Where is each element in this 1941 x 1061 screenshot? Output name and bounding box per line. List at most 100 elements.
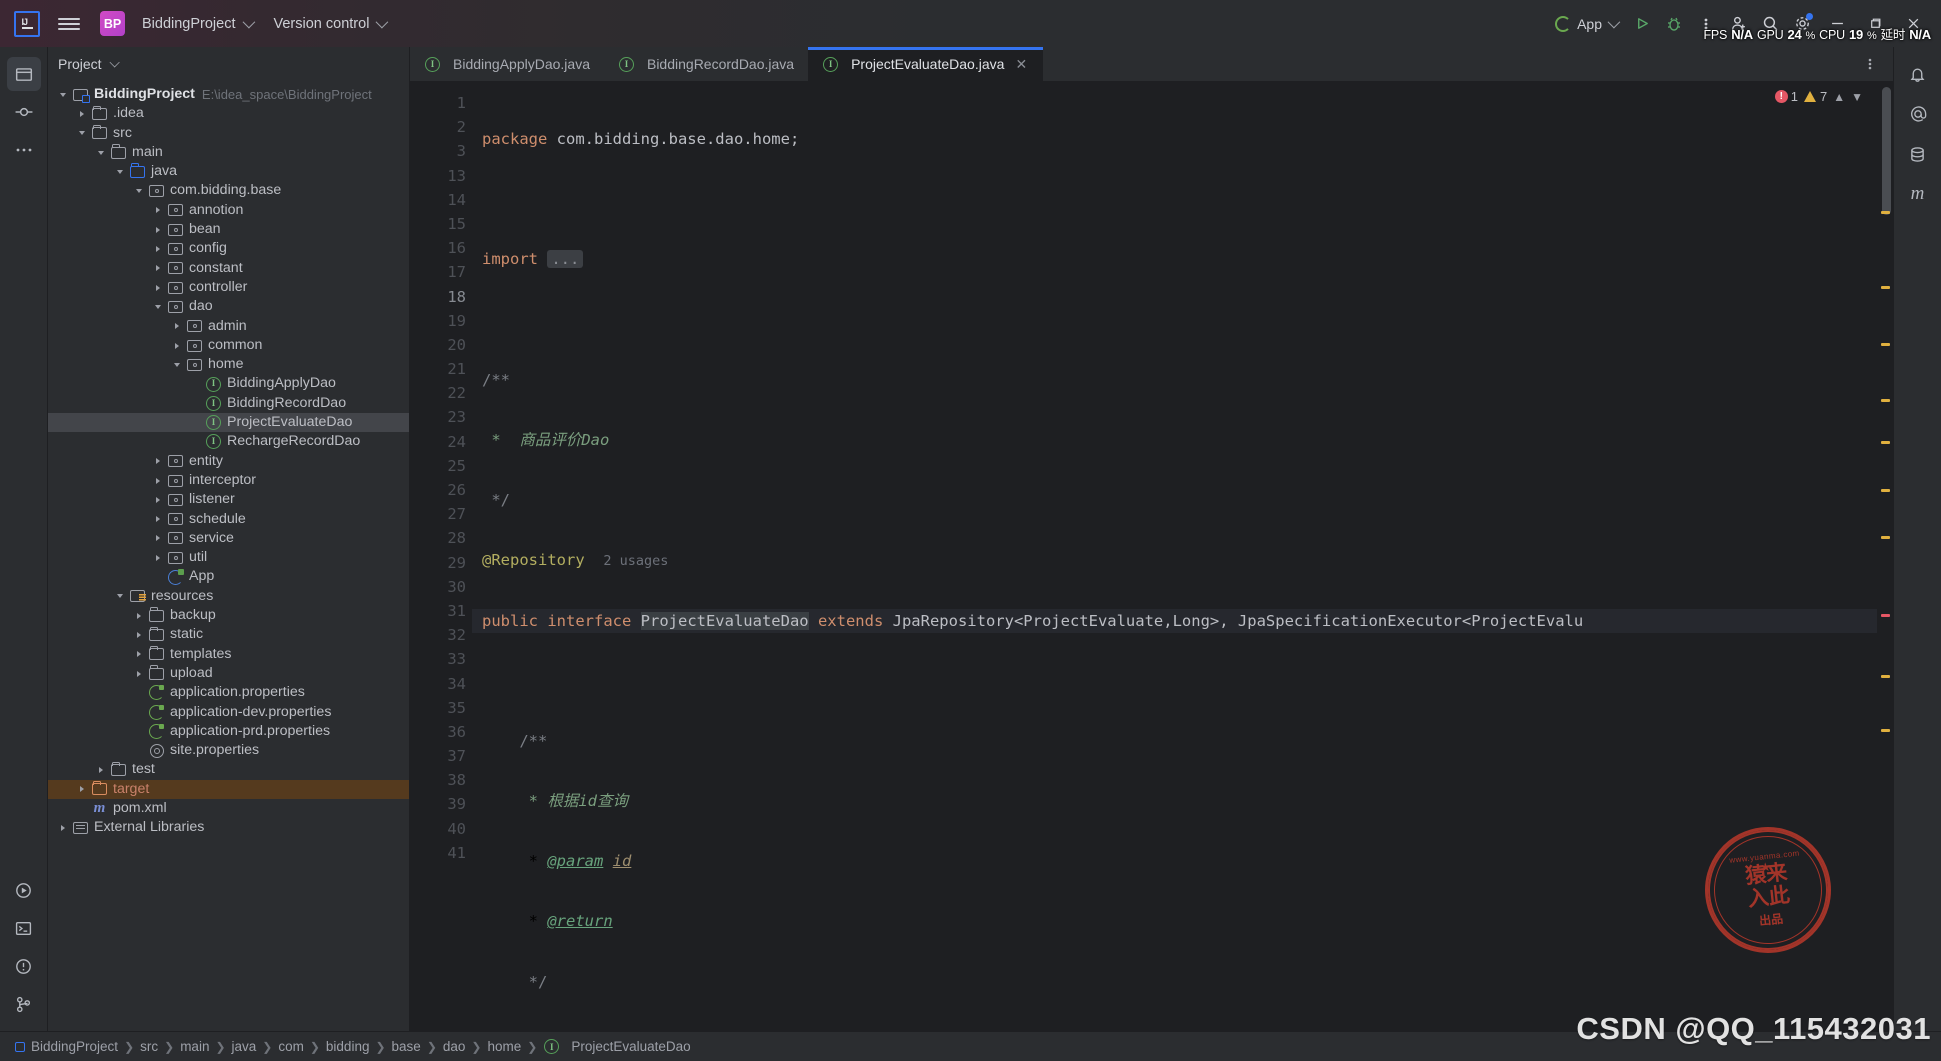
chevron-down-icon[interactable] [56,92,70,97]
gutter-line-21[interactable]: 21 [410,357,472,381]
gutter-line-26[interactable]: 26 [410,478,489,502]
version-control-menu[interactable]: Version control [266,12,394,36]
breadcrumb-item[interactable]: bidding [321,1037,375,1056]
problems-tool-icon[interactable] [7,949,41,983]
tree-node-bean[interactable]: bean [48,220,409,239]
ai-assistant-icon[interactable] [1901,97,1935,131]
git-tool-icon[interactable] [7,987,41,1021]
account-button[interactable] [1723,9,1753,39]
tree-node-main[interactable]: main [48,143,409,162]
chevron-down-icon[interactable] [170,362,184,367]
project-panel-header[interactable]: Project [48,47,409,81]
breadcrumb-item[interactable]: com [273,1037,309,1056]
chevron-right-icon[interactable] [151,535,165,542]
tree-node-application-dev-properties[interactable]: application-dev.properties [48,703,409,722]
tree-node-backup[interactable]: backup [48,606,409,625]
gutter-line-19[interactable]: 19 [410,309,472,333]
tree-node-interceptor[interactable]: interceptor [48,471,409,490]
breadcrumb-item[interactable]: main [175,1037,214,1056]
tree-node-admin[interactable]: admin [48,317,409,336]
gutter-line-27[interactable]: 27 [410,502,472,526]
editor-viewport[interactable]: 1 2 3 13 14 15 16 17 18 19 20 21 22 23 24 25 26 27 28 29 30 3… [410,81,1893,1031]
breadcrumb-item[interactable]: src [135,1037,163,1056]
breadcrumb-item[interactable]: dao [438,1037,471,1056]
chevron-right-icon[interactable] [151,496,165,503]
tree-node-dao[interactable]: dao [48,297,409,316]
gutter-line-40[interactable]: 40 [410,817,472,841]
gutter-line-32[interactable]: 32 [410,623,472,647]
tree-node-static[interactable]: static [48,625,409,644]
tree-node-common[interactable]: common [48,336,409,355]
gutter-line-1[interactable]: 1 [410,91,472,115]
gutter-line-16[interactable]: 16 [410,236,472,260]
chevron-down-icon[interactable] [113,594,127,599]
breadcrumb-item[interactable]: home [482,1037,526,1056]
gutter-line-37[interactable]: 37 [410,744,472,768]
editor-tab-biddingapplydao-java[interactable]: I BiddingApplyDao.java [410,47,604,81]
notifications-icon[interactable] [1901,57,1935,91]
import-fold-placeholder[interactable]: ... [547,250,584,269]
more-options-button[interactable] [1691,9,1721,39]
tree-node-test[interactable]: test [48,760,409,779]
chevron-right-icon[interactable] [151,554,165,561]
tree-node-application-properties[interactable]: application.properties [48,683,409,702]
gutter-line-20[interactable]: 20 [410,333,472,357]
tree-node-schedule[interactable]: schedule [48,510,409,529]
project-tool-icon[interactable] [6,57,41,91]
main-menu-icon[interactable] [58,15,80,33]
editor-gutter[interactable]: 1 2 3 13 14 15 16 17 18 19 20 21 22 23 24 25 26 27 28 29 30 3… [410,81,489,1031]
gutter-line-36[interactable]: 36 [410,720,488,744]
commit-tool-icon[interactable] [7,95,41,129]
chevron-right-icon[interactable] [94,767,108,774]
chevron-right-icon[interactable] [75,786,89,793]
breadcrumb-current-file[interactable]: I ProjectEvaluateDao [538,1037,695,1057]
editor-tab-biddingrecorddao-java[interactable]: I BiddingRecordDao.java [604,47,808,81]
tree-node-constant[interactable]: constant [48,259,409,278]
chevron-right-icon[interactable] [75,110,89,117]
gutter-line-23[interactable]: 23 [410,405,472,429]
tree-node-projectevaluatedao[interactable]: I ProjectEvaluateDao [48,413,409,433]
database-icon[interactable] [1901,137,1935,171]
tree-node-util[interactable]: util [48,548,409,567]
project-tree[interactable]: BiddingProject E:\idea_space\BiddingProje… [48,81,409,1031]
tree-node-com-bidding-base[interactable]: com.bidding.base [48,181,409,200]
chevron-right-icon[interactable] [151,226,165,233]
tree-node-annotion[interactable]: annotion [48,201,409,220]
gutter-line-18[interactable]: 18 [410,285,488,309]
maximize-button[interactable] [1857,9,1893,39]
run-button[interactable] [1627,9,1657,39]
gutter-line-2[interactable]: 2 [410,115,472,139]
tree-node-biddingrecorddao[interactable]: I BiddingRecordDao [48,394,409,413]
more-tool-windows-icon[interactable] [7,133,41,167]
editor-vertical-scrollbar[interactable] [1882,87,1891,215]
chevron-up-icon[interactable]: ▲ [1833,90,1845,104]
warning-badge[interactable]: 7 [1803,89,1827,104]
search-everywhere-button[interactable] [1755,9,1785,39]
gutter-line-30[interactable]: 30 [410,575,472,599]
gutter-line-29[interactable]: 29 [410,551,472,575]
usage-count-repository[interactable]: 2 usages [603,553,668,569]
gutter-line-39[interactable]: 39 [410,792,472,816]
chevron-right-icon[interactable] [151,207,165,214]
chevron-right-icon[interactable] [132,670,146,677]
debug-button[interactable] [1659,9,1689,39]
tree-node-biddingapplydao[interactable]: I BiddingApplyDao [48,374,409,393]
chevron-down-icon[interactable] [94,150,108,155]
tree-node-java[interactable]: java [48,162,409,181]
run-tool-icon[interactable] [7,873,41,907]
breadcrumb-module[interactable]: BiddingProject [10,1037,123,1056]
chevron-down-icon[interactable] [151,304,165,309]
run-configuration-selector[interactable]: App [1547,12,1625,36]
minimize-button[interactable] [1819,9,1855,39]
chevron-right-icon[interactable] [56,824,70,831]
breadcrumb-item[interactable]: java [227,1037,262,1056]
chevron-right-icon[interactable] [151,284,165,291]
tree-node-config[interactable]: config [48,239,409,258]
close-button[interactable] [1895,9,1931,39]
tree-node-home[interactable]: home [48,355,409,374]
tree-node-biddingproject[interactable]: BiddingProject E:\idea_space\BiddingProje… [48,85,409,104]
tab-options-icon[interactable] [1855,49,1885,79]
chevron-down-icon[interactable]: ▼ [1851,90,1863,104]
chevron-right-icon[interactable] [170,323,184,330]
tree-node-controller[interactable]: controller [48,278,409,297]
